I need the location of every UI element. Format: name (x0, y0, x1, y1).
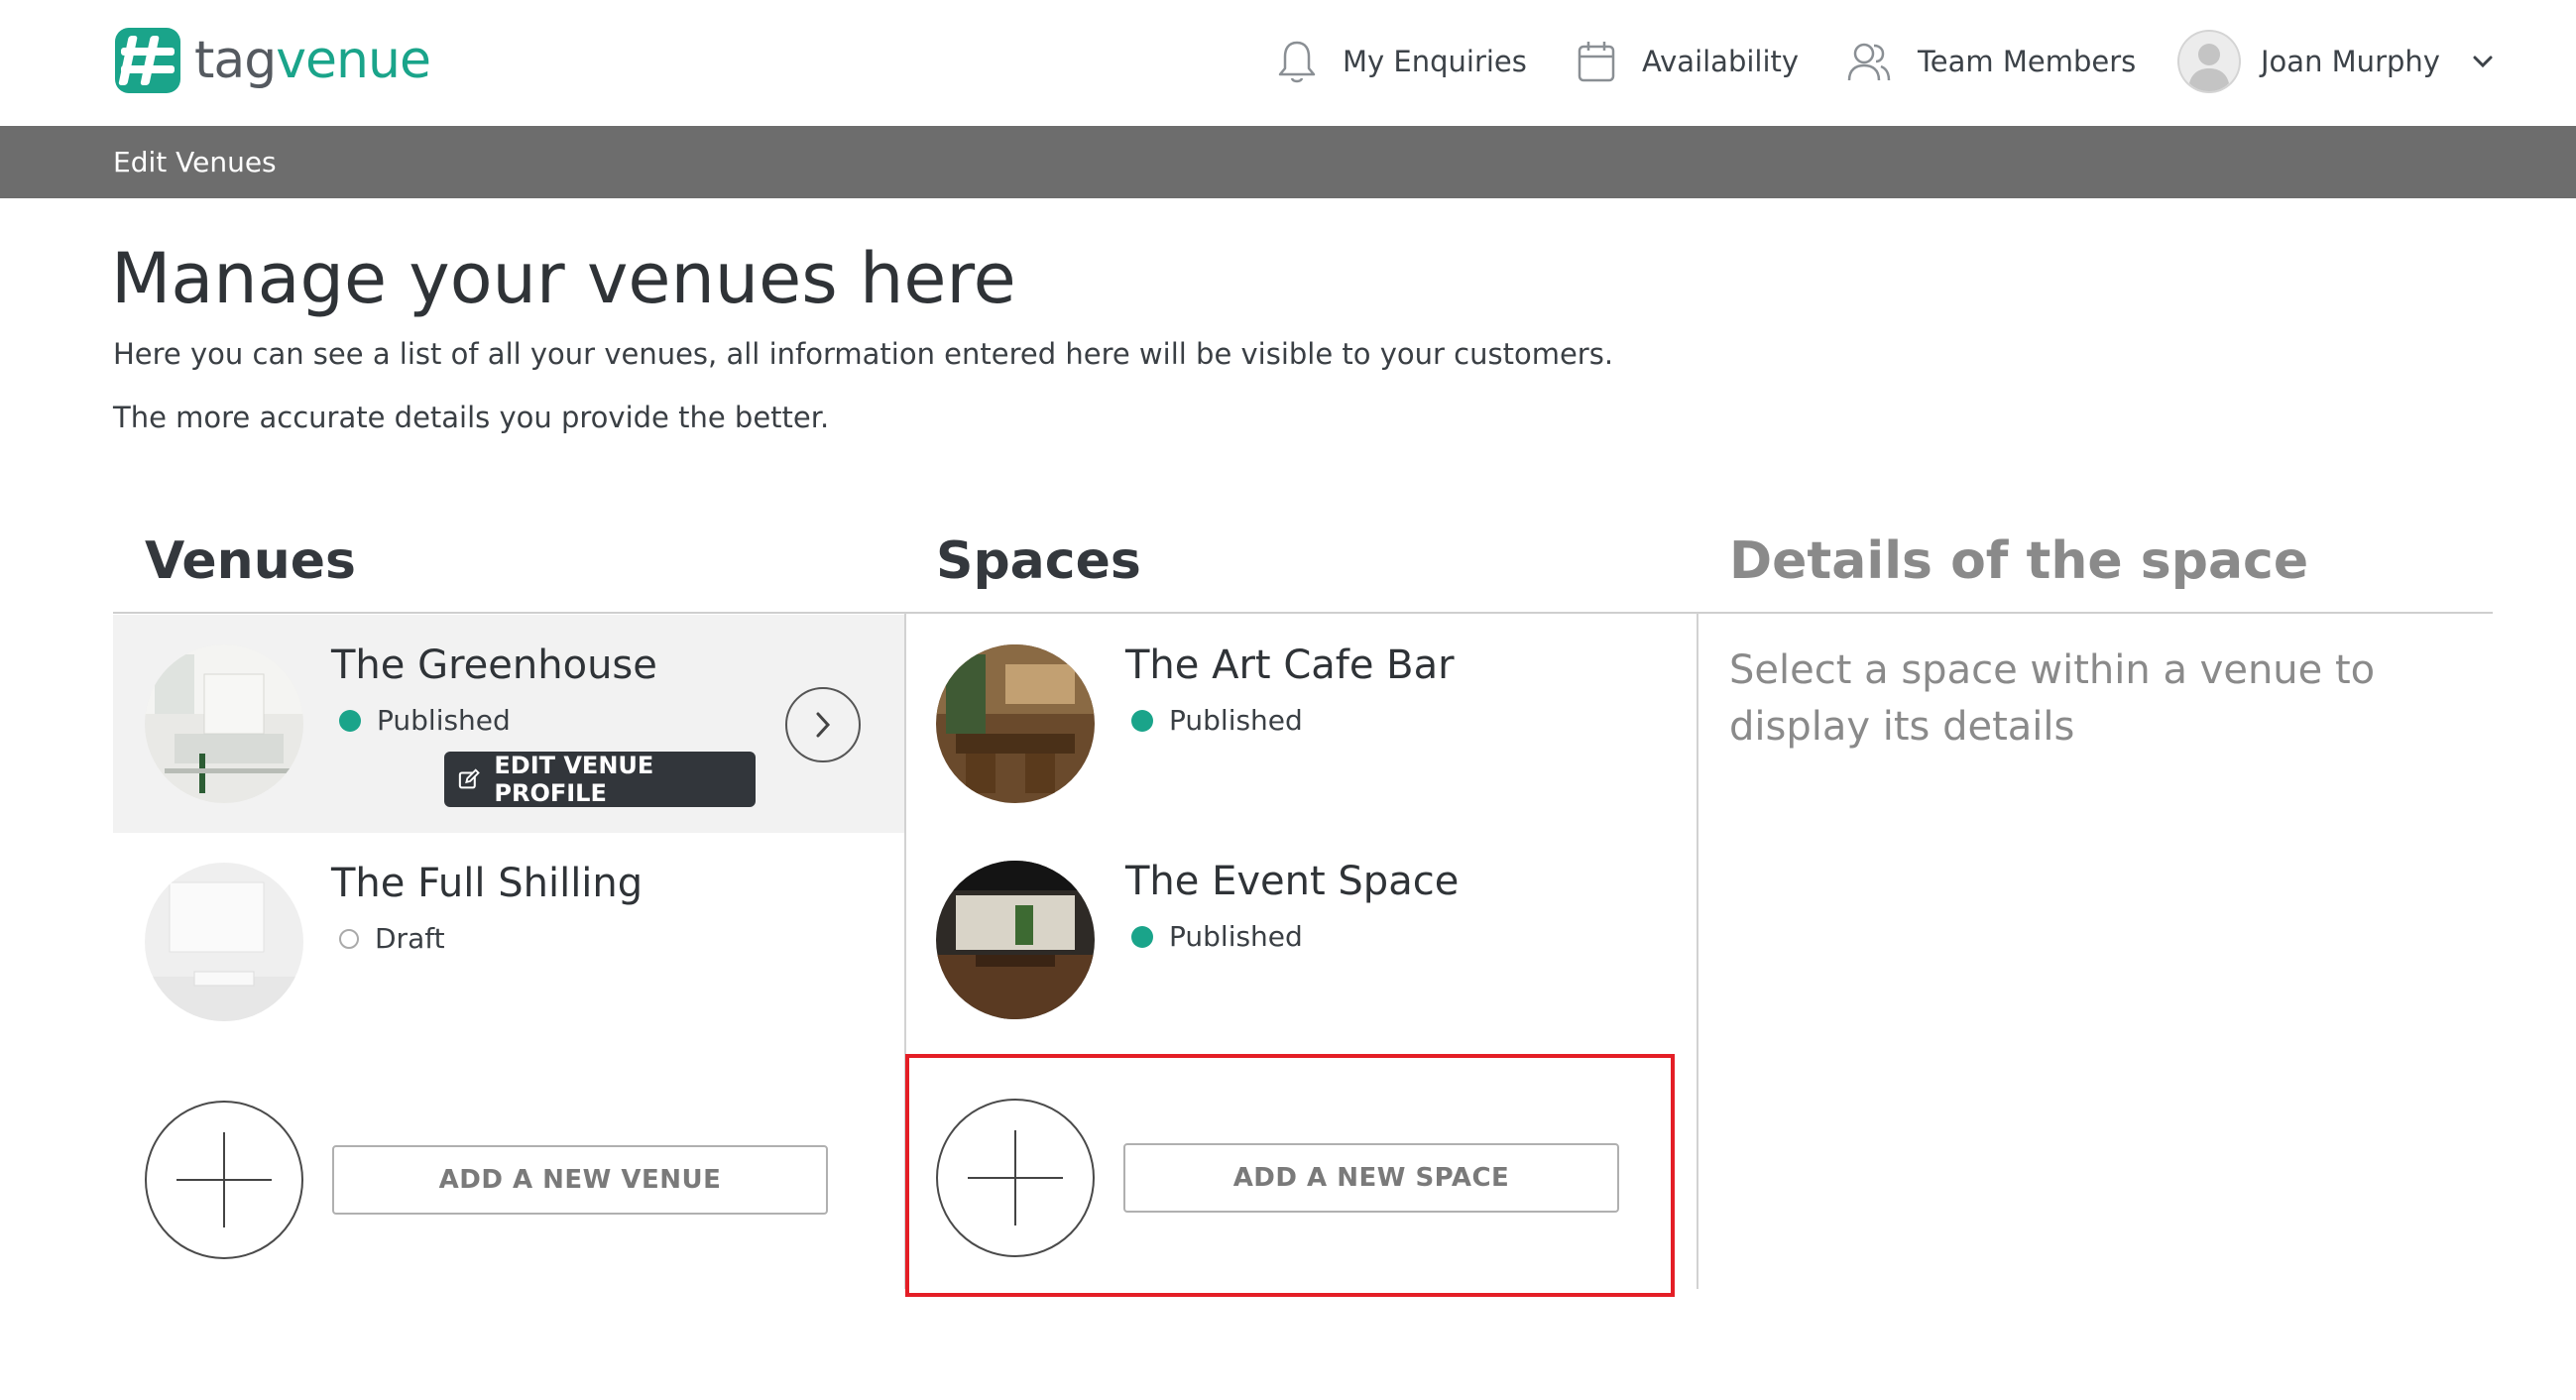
published-status-dot (1131, 925, 1153, 948)
intro-text-1: Here you can see a list of all your venu… (113, 337, 1614, 371)
column-divider-2 (1697, 613, 1698, 1289)
calendar-icon (1578, 42, 1615, 82)
venue-card-the-full-shilling[interactable]: The Full Shilling Draft (113, 833, 904, 1051)
draft-status-dot (339, 928, 359, 949)
venue-status-label: Draft (375, 922, 445, 955)
nav-availability-label: Availability (1642, 45, 1800, 78)
venue-card-the-greenhouse[interactable]: The Greenhouse Published EDIT VENUE PROF… (113, 615, 904, 833)
chevron-right-icon (816, 712, 831, 738)
team-icon (1847, 43, 1891, 81)
space-status-label: Published (1169, 704, 1303, 737)
space-status-label: Published (1169, 920, 1303, 953)
details-heading: Details of the space (1729, 531, 2309, 591)
space-name: The Art Cafe Bar (1125, 642, 1455, 688)
add-new-venue-button[interactable]: ADD A NEW VENUE (332, 1145, 828, 1215)
top-header: tagvenue My Enquiries Availability Team … (0, 0, 2576, 126)
venues-heading: Venues (145, 531, 356, 591)
add-venue-plus-icon[interactable] (145, 1101, 303, 1259)
venue-name: The Greenhouse (331, 642, 657, 688)
edit-venue-profile-button[interactable]: EDIT VENUE PROFILE (444, 752, 756, 807)
subheader-bar: Edit Venues (0, 126, 2576, 198)
nav-team-members-label: Team Members (1918, 45, 2137, 78)
heading-divider (113, 612, 2493, 614)
venue-status: Published (339, 704, 511, 737)
space-thumbnail (936, 644, 1095, 803)
chevron-down-icon (2473, 56, 2493, 68)
logo-mark-icon (115, 28, 180, 93)
venue-thumbnail (145, 644, 303, 803)
space-status: Published (1131, 920, 1303, 953)
space-thumbnail (936, 861, 1095, 1019)
user-menu[interactable]: Joan Murphy (2177, 30, 2519, 93)
open-venue-arrow-button[interactable] (785, 687, 861, 762)
venue-status-label: Published (377, 704, 511, 737)
page: tagvenue My Enquiries Availability Team … (0, 0, 2576, 1400)
nav-my-enquiries[interactable]: My Enquiries (1277, 32, 1527, 91)
logo-text-suffix: venue (276, 31, 431, 90)
venue-thumbnail (145, 863, 303, 1021)
nav-team-members[interactable]: Team Members (1846, 32, 2136, 91)
venue-status: Draft (339, 922, 445, 955)
space-card-the-event-space[interactable]: The Event Space Published (906, 833, 1696, 1051)
venue-name: The Full Shilling (331, 861, 644, 906)
nav-availability[interactable]: Availability (1577, 32, 1799, 91)
edit-icon (458, 768, 480, 789)
intro-text-2: The more accurate details you provide th… (113, 401, 830, 434)
subheader-title: Edit Venues (113, 146, 277, 178)
edit-venue-profile-label: EDIT VENUE PROFILE (494, 752, 654, 807)
space-name: The Event Space (1125, 859, 1460, 904)
logo-text-prefix: tag (194, 31, 277, 90)
spaces-heading: Spaces (936, 531, 1141, 591)
page-title: Manage your venues here (111, 238, 1016, 319)
logo[interactable]: tagvenue (113, 26, 431, 95)
space-status: Published (1131, 704, 1303, 737)
bell-icon (1278, 41, 1316, 83)
published-status-dot (339, 709, 361, 732)
user-name: Joan Murphy (2261, 45, 2440, 78)
published-status-dot (1131, 709, 1153, 732)
add-space-highlight-box (905, 1054, 1675, 1297)
logo-text: tagvenue (194, 26, 431, 95)
user-avatar-icon (2177, 30, 2241, 93)
space-card-the-art-cafe-bar[interactable]: The Art Cafe Bar Published (906, 615, 1696, 833)
nav-my-enquiries-label: My Enquiries (1343, 45, 1527, 78)
details-empty-message: Select a space within a venue to display… (1729, 647, 2376, 750)
